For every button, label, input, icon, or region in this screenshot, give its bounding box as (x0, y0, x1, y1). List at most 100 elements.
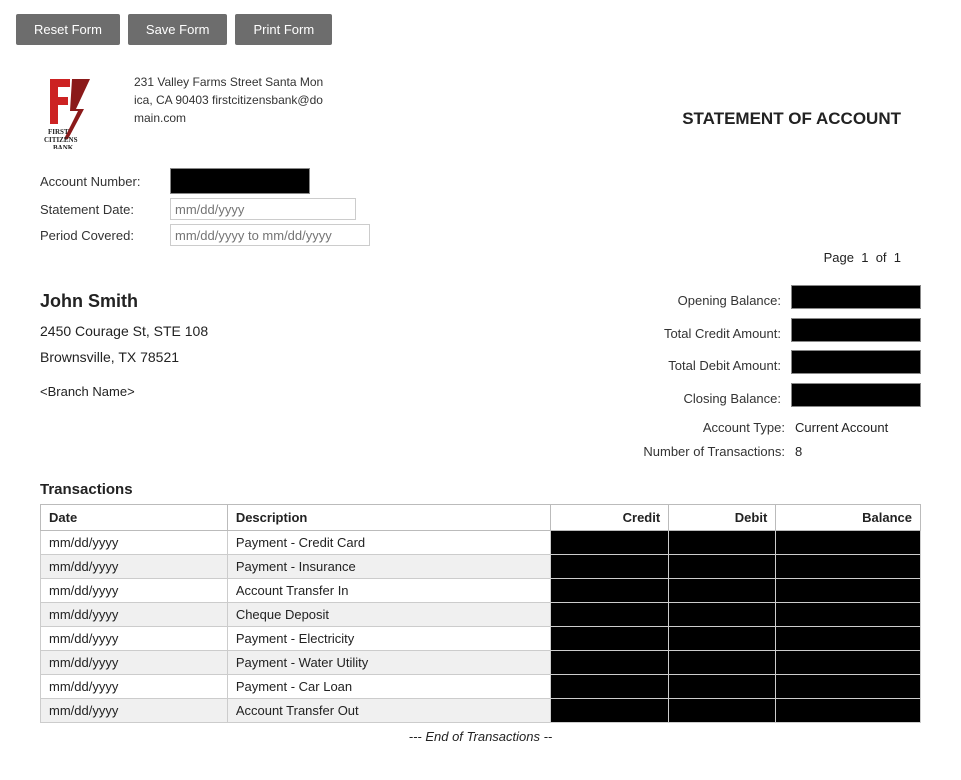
cell-balance[interactable] (776, 603, 921, 627)
cell-debit[interactable] (669, 555, 776, 579)
table-row: mm/dd/yyyyPayment - Electricity (41, 627, 921, 651)
page-content: FIRST CITIZENS BANK 231 Valley Farms Str… (0, 59, 961, 780)
period-covered-label: Period Covered: (40, 228, 170, 243)
cell-description: Account Transfer In (227, 579, 550, 603)
cell-description: Payment - Electricity (227, 627, 550, 651)
bank-address: 231 Valley Farms Street Santa Mon ica, C… (134, 69, 323, 127)
num-transactions-value: 8 (791, 440, 921, 465)
cell-description: Payment - Insurance (227, 555, 550, 579)
total-debit-label: Total Debit Amount: (587, 354, 787, 379)
cell-balance[interactable] (776, 531, 921, 555)
col-credit: Credit (551, 505, 669, 531)
cell-credit[interactable] (551, 579, 669, 603)
table-header-row: Date Description Credit Debit Balance (41, 505, 921, 531)
svg-text:BANK: BANK (53, 144, 74, 149)
total-credit-value (787, 318, 921, 351)
cell-description: Account Transfer Out (227, 699, 550, 723)
cell-credit[interactable] (551, 699, 669, 723)
cell-credit[interactable] (551, 555, 669, 579)
total-credit-row: Total Credit Amount: (587, 318, 921, 351)
table-row: mm/dd/yyyyPayment - Car Loan (41, 675, 921, 699)
table-row: mm/dd/yyyyPayment - Credit Card (41, 531, 921, 555)
customer-address2: Brownsville, TX 78521 (40, 345, 208, 370)
cell-balance[interactable] (776, 627, 921, 651)
customer-name: John Smith (40, 285, 208, 317)
table-row: mm/dd/yyyyAccount Transfer Out (41, 699, 921, 723)
account-type-row: Account Type: Current Account (587, 416, 921, 441)
statement-date-label: Statement Date: (40, 202, 170, 217)
total-credit-input[interactable] (791, 318, 921, 342)
print-button[interactable]: Print Form (235, 14, 332, 45)
branch-name: <Branch Name> (40, 380, 208, 403)
cell-date: mm/dd/yyyy (41, 675, 228, 699)
closing-balance-input[interactable] (791, 383, 921, 407)
cell-description: Payment - Water Utility (227, 651, 550, 675)
cell-balance[interactable] (776, 579, 921, 603)
total-debit-input[interactable] (791, 350, 921, 374)
cell-credit[interactable] (551, 675, 669, 699)
cell-description: Payment - Credit Card (227, 531, 550, 555)
end-of-transactions-row: --- End of Transactions -- (41, 723, 921, 751)
cell-date: mm/dd/yyyy (41, 579, 228, 603)
statement-title: STATEMENT OF ACCOUNT (682, 69, 921, 129)
cell-balance[interactable] (776, 675, 921, 699)
cell-debit[interactable] (669, 675, 776, 699)
col-date: Date (41, 505, 228, 531)
cell-balance[interactable] (776, 699, 921, 723)
opening-balance-row: Opening Balance: (587, 285, 921, 318)
cell-credit[interactable] (551, 603, 669, 627)
opening-balance-input[interactable] (791, 285, 921, 309)
col-description: Description (227, 505, 550, 531)
cell-date: mm/dd/yyyy (41, 699, 228, 723)
account-number-row: Account Number: (40, 168, 921, 194)
closing-balance-value (787, 383, 921, 416)
cell-date: mm/dd/yyyy (41, 531, 228, 555)
total-credit-label: Total Credit Amount: (587, 322, 787, 347)
summary-table: Opening Balance: Total Credit Amount: To… (587, 285, 921, 465)
cell-debit[interactable] (669, 651, 776, 675)
transactions-table: Date Description Credit Debit Balance mm… (40, 504, 921, 750)
cell-debit[interactable] (669, 627, 776, 651)
total-debit-value (787, 350, 921, 383)
cell-date: mm/dd/yyyy (41, 603, 228, 627)
cell-credit[interactable] (551, 651, 669, 675)
closing-balance-label: Closing Balance: (587, 387, 787, 412)
cell-credit[interactable] (551, 531, 669, 555)
account-type-label: Account Type: (591, 416, 791, 441)
statement-date-row: Statement Date: (40, 198, 921, 220)
reset-button[interactable]: Reset Form (16, 14, 120, 45)
cell-debit[interactable] (669, 699, 776, 723)
col-balance: Balance (776, 505, 921, 531)
opening-balance-value (787, 285, 921, 318)
svg-text:CITIZENS: CITIZENS (44, 136, 78, 144)
page-number: Page 1 of 1 (40, 250, 921, 265)
account-type-value: Current Account (791, 416, 921, 441)
cell-date: mm/dd/yyyy (41, 555, 228, 579)
customer-address1: 2450 Courage St, STE 108 (40, 319, 208, 344)
period-covered-input[interactable] (170, 224, 370, 246)
cell-date: mm/dd/yyyy (41, 651, 228, 675)
account-info: Account Number: Statement Date: Period C… (40, 168, 921, 246)
cell-credit[interactable] (551, 627, 669, 651)
account-number-input[interactable] (170, 168, 310, 194)
save-button[interactable]: Save Form (128, 14, 228, 45)
cell-date: mm/dd/yyyy (41, 627, 228, 651)
mid-section: John Smith 2450 Courage St, STE 108 Brow… (40, 285, 921, 465)
total-debit-row: Total Debit Amount: (587, 350, 921, 383)
cell-description: Cheque Deposit (227, 603, 550, 627)
account-number-label: Account Number: (40, 174, 170, 189)
end-of-transactions-label: --- End of Transactions -- (41, 723, 921, 751)
logo-address: FIRST CITIZENS BANK 231 Valley Farms Str… (40, 69, 323, 152)
table-row: mm/dd/yyyyCheque Deposit (41, 603, 921, 627)
customer-info: John Smith 2450 Courage St, STE 108 Brow… (40, 285, 208, 465)
cell-balance[interactable] (776, 651, 921, 675)
statement-date-input[interactable] (170, 198, 356, 220)
cell-balance[interactable] (776, 555, 921, 579)
cell-debit[interactable] (669, 579, 776, 603)
table-row: mm/dd/yyyyAccount Transfer In (41, 579, 921, 603)
cell-debit[interactable] (669, 531, 776, 555)
transactions-title: Transactions (40, 481, 921, 498)
opening-balance-label: Opening Balance: (587, 289, 787, 314)
col-debit: Debit (669, 505, 776, 531)
cell-debit[interactable] (669, 603, 776, 627)
